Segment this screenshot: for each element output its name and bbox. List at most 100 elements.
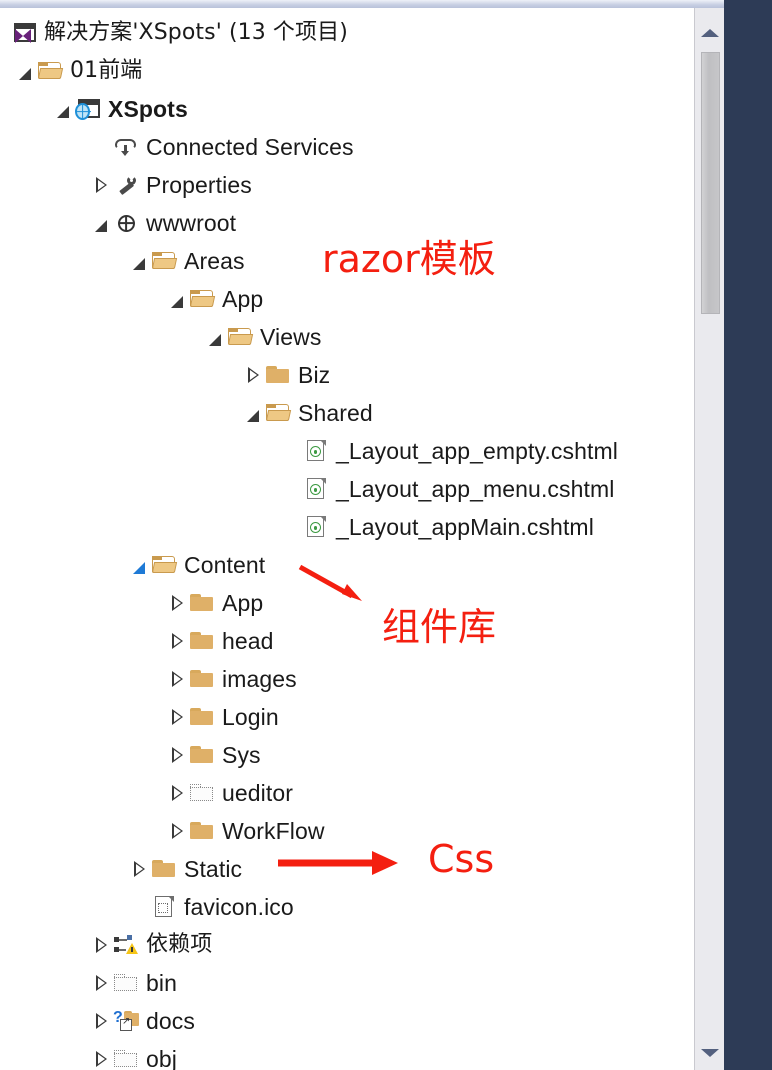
tree-item-label: 依赖项 [146,932,213,957]
scrollbar-thumb[interactable] [701,52,720,314]
tree-item-label: App [222,589,264,616]
tree-item-01[interactable]: 01前端 [14,52,142,90]
tree-item-sys[interactable]: Sys [166,736,261,774]
tree-item-label: Sys [222,741,261,768]
annotation-text: razor模板 [322,237,496,281]
tree-item-properties[interactable]: Properties [90,166,252,204]
tree-item-biz[interactable]: Biz [242,356,330,394]
scroll-down-arrow[interactable] [695,1040,725,1066]
folder-open-icon [264,394,292,432]
annotation-text: Css [428,837,495,881]
tree-item-content[interactable]: Content [128,546,265,584]
solution-explorer-tree[interactable]: 解决方案'XSpots' (13 个项目) 01前端 XSpots Connecte… [0,8,694,1070]
tree-item-label: ueditor [222,779,294,806]
folder-closed-icon [188,698,216,736]
folder-closed-icon [150,850,178,888]
chevron-down-icon[interactable] [166,280,188,318]
tree-item-label: Properties [146,171,252,198]
tree-item-areas[interactable]: Areas [128,242,245,280]
razor-file-icon [302,432,330,470]
tree-item-label: _Layout_appMain.cshtml [336,513,594,540]
chevron-right-icon[interactable] [166,698,188,736]
folder-closed-icon [188,584,216,622]
chevron-right-icon[interactable] [90,926,112,964]
tree-item-label: bin [146,969,177,996]
chevron-down-icon[interactable] [90,204,112,242]
tree-item-shared[interactable]: Shared [242,394,373,432]
tree-item-layout-app-empty-cshtml[interactable]: _Layout_app_empty.cshtml [280,432,618,470]
tree-item-workflow[interactable]: WorkFlow [166,812,325,850]
tree-item-label: Login [222,703,279,730]
chevron-right-icon[interactable] [166,660,188,698]
tree-item-wwwroot[interactable]: wwwroot [90,204,236,242]
chevron-right-icon[interactable] [90,1040,112,1070]
tree-item-head[interactable]: head [166,622,274,660]
folder-closed-icon [188,812,216,850]
globe-icon [112,204,140,242]
tree-item-label: wwwroot [146,209,237,236]
tree-item-bin[interactable]: bin [90,964,177,1002]
chevron-right-icon[interactable] [90,964,112,1002]
docs-shortcut-icon: ? [112,1002,140,1040]
tree-item-label: Static [184,855,243,882]
annotation-text: 组件库 [382,605,497,649]
tree-item-layout-app-menu-cshtml[interactable]: _Layout_app_menu.cshtml [280,470,614,508]
tree-item-images[interactable]: images [166,660,297,698]
chevron-right-icon[interactable] [242,356,264,394]
scroll-up-arrow[interactable] [695,20,725,46]
folder-closed-icon [188,622,216,660]
solution-root-row[interactable]: 解决方案'XSpots' (13 个项目) [10,14,348,52]
chevron-down-icon[interactable] [52,90,74,128]
tree-item-label: Content [184,551,266,578]
tree-item-label: App [222,285,264,312]
tree-item-login[interactable]: Login [166,698,279,736]
tree-item-label: _Layout_app_empty.cshtml [336,437,618,464]
tree-item-connected-services[interactable]: Connected Services [90,128,354,166]
tree-item-ueditor[interactable]: ueditor [166,774,293,812]
tree-item-views[interactable]: Views [204,318,321,356]
visual-studio-solution-icon [10,14,38,52]
chevron-right-icon[interactable] [166,584,188,622]
chevron-down-icon[interactable] [128,546,150,584]
folder-open-icon [150,546,178,584]
chevron-down-icon[interactable] [242,394,264,432]
tree-item-label: obj [146,1045,177,1070]
tree-item-favicon-ico[interactable]: favicon.ico [128,888,294,926]
tree-item-obj[interactable]: obj [90,1040,177,1070]
chevron-right-icon[interactable] [90,166,112,204]
tree-item-static[interactable]: Static [128,850,242,888]
vertical-scrollbar[interactable] [694,8,724,1070]
tree-item-label: Connected Services [146,133,354,160]
chevron-right-icon[interactable] [166,736,188,774]
tree-item-layout-appmain-cshtml[interactable]: _Layout_appMain.cshtml [280,508,594,546]
tree-item-label: docs [146,1007,195,1034]
tree-item-label: Views [260,323,322,350]
wrench-icon [112,166,140,204]
chevron-right-icon[interactable] [128,850,150,888]
tree-item-docs[interactable]: ?docs [90,1002,195,1040]
tree-item-app[interactable]: App [166,584,263,622]
tree-item-xspots[interactable]: XSpots [52,90,188,128]
chevron-right-icon[interactable] [166,812,188,850]
chevron-down-icon[interactable] [204,318,226,356]
tree-item-[interactable]: 依赖项 [90,926,212,964]
chevron-down-icon[interactable] [14,52,36,90]
folder-closed-icon [188,660,216,698]
chevron-right-icon[interactable] [166,774,188,812]
tree-item-app[interactable]: App [166,280,263,318]
folder-closed-icon [264,356,292,394]
tree-item-label: images [222,665,297,692]
chevron-right-icon[interactable] [90,1002,112,1040]
tree-item-label: Areas [184,247,245,274]
folder-excluded-icon [112,964,140,1002]
chevron-right-icon[interactable] [166,622,188,660]
folder-closed-icon [188,736,216,774]
chevron-down-icon[interactable] [128,242,150,280]
folder-excluded-icon [188,774,216,812]
window-top-band [0,0,772,8]
tree-item-label: XSpots [108,95,188,122]
